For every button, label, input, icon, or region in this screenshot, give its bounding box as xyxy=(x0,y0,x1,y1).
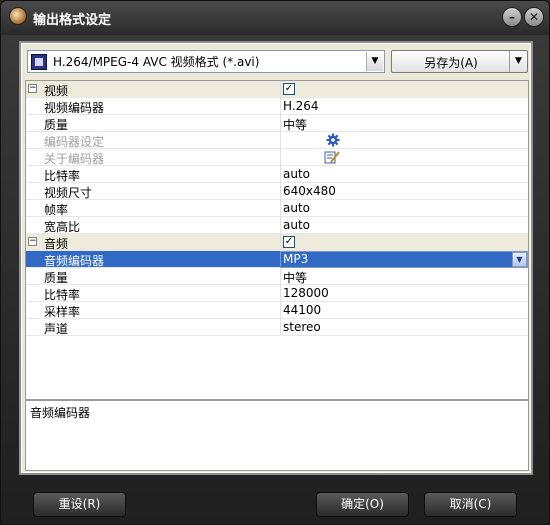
property-name: 比特率 xyxy=(44,288,81,302)
collapse-icon[interactable]: − xyxy=(28,237,37,246)
property-row-selected[interactable]: 音频编码器 MP3 ▼ xyxy=(26,251,528,268)
chevron-down-icon[interactable]: ▼ xyxy=(509,51,527,72)
dialog-window: 输出格式设定 – ✕ H.264/MPEG-4 AVC 视频格式 (*.avi)… xyxy=(0,0,550,525)
app-icon xyxy=(9,7,27,25)
property-name: 编码器设定 xyxy=(44,135,105,149)
category-row-audio[interactable]: − 音频 ✓ xyxy=(26,234,528,251)
column-divider xyxy=(280,319,281,336)
column-divider xyxy=(280,166,281,183)
property-name: 视频尺寸 xyxy=(44,186,93,200)
property-row[interactable]: 质量 中等 xyxy=(26,115,528,132)
property-value[interactable]: stereo xyxy=(283,320,513,334)
property-value[interactable]: 中等 xyxy=(283,116,513,133)
settings-panel: H.264/MPEG-4 AVC 视频格式 (*.avi) ▼ 另存为(A) ▼… xyxy=(19,41,533,475)
category-label: 视频 xyxy=(44,84,69,98)
column-divider xyxy=(280,183,281,200)
property-name: 宽高比 xyxy=(44,220,81,234)
title-bar[interactable]: 输出格式设定 – ✕ xyxy=(1,1,549,35)
property-name: 比特率 xyxy=(44,169,81,183)
edit-icon[interactable] xyxy=(324,150,340,164)
chevron-down-icon[interactable]: ▼ xyxy=(512,252,527,267)
column-divider xyxy=(280,132,281,149)
column-divider xyxy=(280,217,281,234)
chevron-down-icon[interactable]: ▼ xyxy=(366,52,383,71)
property-row[interactable]: 视频尺寸 640x480 xyxy=(26,183,528,200)
property-name: 帧率 xyxy=(44,203,69,217)
property-row[interactable]: 视频编码器 H.264 xyxy=(26,98,528,115)
property-grid: − 视频 ✓ 视频编码器 H.264 质量 中等 编码器设定 关于编码器 比特率… xyxy=(25,80,529,400)
property-name: 质量 xyxy=(44,271,69,285)
ok-button[interactable]: 确定(O) xyxy=(316,492,409,517)
property-name: 采样率 xyxy=(44,305,81,319)
property-row[interactable]: 比特率 auto xyxy=(26,166,528,183)
property-name: 关于编码器 xyxy=(44,152,105,166)
property-value[interactable]: MP3 xyxy=(283,252,513,266)
collapse-icon[interactable]: − xyxy=(28,84,37,93)
property-row[interactable]: 采样率 44100 xyxy=(26,302,528,319)
property-name: 音频编码器 xyxy=(44,254,105,268)
property-value[interactable]: 640x480 xyxy=(283,184,513,198)
property-row[interactable]: 比特率 128000 xyxy=(26,285,528,302)
property-row[interactable]: 宽高比 auto xyxy=(26,217,528,234)
property-value[interactable]: 44100 xyxy=(283,303,513,317)
property-value[interactable]: auto xyxy=(283,218,513,232)
format-select-value: H.264/MPEG-4 AVC 视频格式 (*.avi) xyxy=(53,55,260,69)
column-divider xyxy=(280,302,281,319)
property-row[interactable]: 声道 stereo xyxy=(26,319,528,336)
column-divider xyxy=(280,200,281,217)
column-divider xyxy=(280,81,281,98)
property-value[interactable]: H.264 xyxy=(283,99,513,113)
reset-button[interactable]: 重设(R) xyxy=(33,492,126,517)
property-name: 声道 xyxy=(44,322,69,336)
description-panel: 音频编码器 xyxy=(25,400,529,471)
save-as-button[interactable]: 另存为(A) ▼ xyxy=(391,50,528,73)
property-row[interactable]: 帧率 auto xyxy=(26,200,528,217)
property-name: 质量 xyxy=(44,118,69,132)
column-divider xyxy=(280,268,281,285)
gear-icon[interactable] xyxy=(326,133,340,147)
cancel-button[interactable]: 取消(C) xyxy=(424,492,517,517)
property-row: 关于编码器 xyxy=(26,149,528,166)
save-as-label: 另存为(A) xyxy=(424,56,478,70)
category-label: 音频 xyxy=(44,237,69,251)
property-value[interactable]: 128000 xyxy=(283,286,513,300)
property-value[interactable]: auto xyxy=(283,201,513,215)
audio-enabled-checkbox[interactable]: ✓ xyxy=(283,236,295,248)
column-divider xyxy=(280,115,281,132)
category-row-video[interactable]: − 视频 ✓ xyxy=(26,81,528,98)
property-name: 视频编码器 xyxy=(44,101,105,115)
format-select[interactable]: H.264/MPEG-4 AVC 视频格式 (*.avi) ▼ xyxy=(27,50,385,73)
column-divider xyxy=(280,98,281,115)
column-divider xyxy=(280,149,281,166)
column-divider xyxy=(280,285,281,302)
window-title: 输出格式设定 xyxy=(33,13,112,28)
minimize-button[interactable]: – xyxy=(502,7,522,27)
property-row[interactable]: 质量 中等 xyxy=(26,268,528,285)
close-button[interactable]: ✕ xyxy=(524,7,544,27)
property-row: 编码器设定 xyxy=(26,132,528,149)
property-value[interactable]: auto xyxy=(283,167,513,181)
column-divider xyxy=(280,234,281,251)
video-enabled-checkbox[interactable]: ✓ xyxy=(283,83,295,95)
film-icon xyxy=(31,53,47,70)
description-text: 音频编码器 xyxy=(30,406,91,420)
property-value[interactable]: 中等 xyxy=(283,269,513,286)
